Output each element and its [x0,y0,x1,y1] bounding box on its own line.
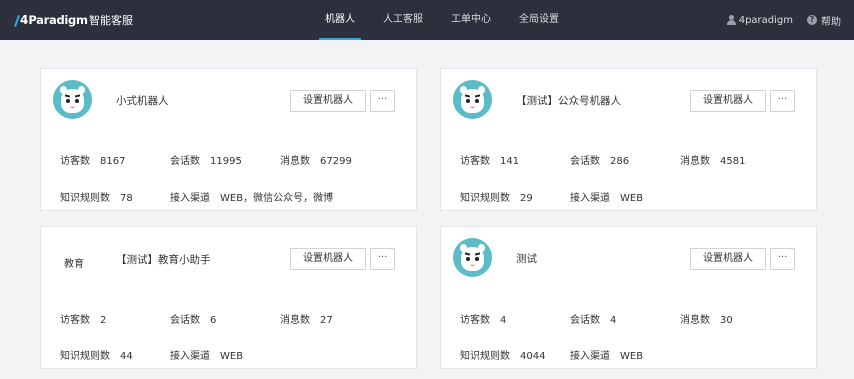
bot-card: 小式机器人 设置机器人 ··· 访客数 8167 会话数 11995 消息数 6729… [40,68,417,211]
stat-visitors: 访客数 8167 [60,156,126,167]
stat-sessions: 会话数 4 [570,315,617,326]
stat-visitors: 访客数 4 [460,315,507,326]
bot-name: 小式机器人 [116,95,169,107]
top-right-menu: 4paradigm ? 帮助 [713,0,841,40]
bot-name: 【测试】公众号机器人 [516,95,621,107]
stat-channels: 接入渠道 WEB [170,351,244,362]
more-button[interactable]: ··· [770,90,795,112]
username: 4paradigm [738,14,793,26]
settings-button[interactable]: 设置机器人 [690,90,766,112]
bot-card: 【测试】公众号机器人 设置机器人 ··· 访客数 141 会话数 286 消息数 45… [440,68,817,211]
bot-name: 【测试】教育小助手 [116,254,211,266]
help-link[interactable]: ? 帮助 [807,13,841,28]
stat-rules: 知识规则数 78 [60,193,133,204]
nav-item-human-service[interactable]: 人工客服 [369,0,437,40]
brand-logo-word: Paradigm [28,13,88,27]
more-button[interactable]: ··· [770,248,795,270]
bot-card: 测试 设置机器人 ··· 访客数 4 会话数 4 消息数 30 知识规则数 4044 接… [440,226,817,369]
avatar-text: 教育 [64,259,84,270]
help-icon: ? [807,15,817,25]
nav-item-robots[interactable]: 机器人 [311,0,369,40]
stat-sessions: 会话数 286 [570,156,630,167]
brand-logo-digit: 4 [20,13,29,27]
stat-messages: 消息数 4581 [680,156,746,167]
top-bar: 4 Paradigm 智能客服 机器人 人工客服 工单中心 全局设置 4parad… [0,0,854,40]
stat-visitors: 访客数 141 [460,156,520,167]
stat-visitors: 访客数 2 [60,315,107,326]
robot-avatar-icon [453,80,492,119]
nav-item-global-settings[interactable]: 全局设置 [505,0,573,40]
settings-button[interactable]: 设置机器人 [290,90,366,112]
stat-messages: 消息数 27 [280,315,333,326]
stat-messages: 消息数 67299 [280,156,352,167]
more-button[interactable]: ··· [370,248,395,270]
help-label: 帮助 [821,16,841,28]
stat-sessions: 会话数 11995 [170,156,242,167]
user-menu[interactable]: 4paradigm [726,14,793,26]
more-button[interactable]: ··· [370,90,395,112]
stat-rules: 知识规则数 29 [460,193,533,204]
bot-card: 教育 【测试】教育小助手 设置机器人 ··· 访客数 2 会话数 6 消息数 27 知… [40,226,417,369]
robot-avatar-icon [453,238,492,277]
settings-button[interactable]: 设置机器人 [290,248,366,270]
settings-button[interactable]: 设置机器人 [690,248,766,270]
stat-sessions: 会话数 6 [170,315,217,326]
stat-messages: 消息数 30 [680,315,733,326]
user-icon [726,15,736,25]
stat-channels: 接入渠道 WEB [570,351,644,362]
main-nav: 机器人 人工客服 工单中心 全局设置 [311,0,573,40]
stat-channels: 接入渠道 WEB，微信公众号，微博 [170,193,334,204]
brand-logo[interactable]: 4 Paradigm [20,11,88,29]
stat-channels: 接入渠道 WEB [570,193,644,204]
product-name: 智能客服 [89,14,133,27]
bot-name: 测试 [516,253,537,265]
nav-item-ticket-center[interactable]: 工单中心 [437,0,505,40]
stat-rules: 知识规则数 4044 [460,351,546,362]
robot-avatar-icon [53,80,92,119]
stat-rules: 知识规则数 44 [60,351,133,362]
